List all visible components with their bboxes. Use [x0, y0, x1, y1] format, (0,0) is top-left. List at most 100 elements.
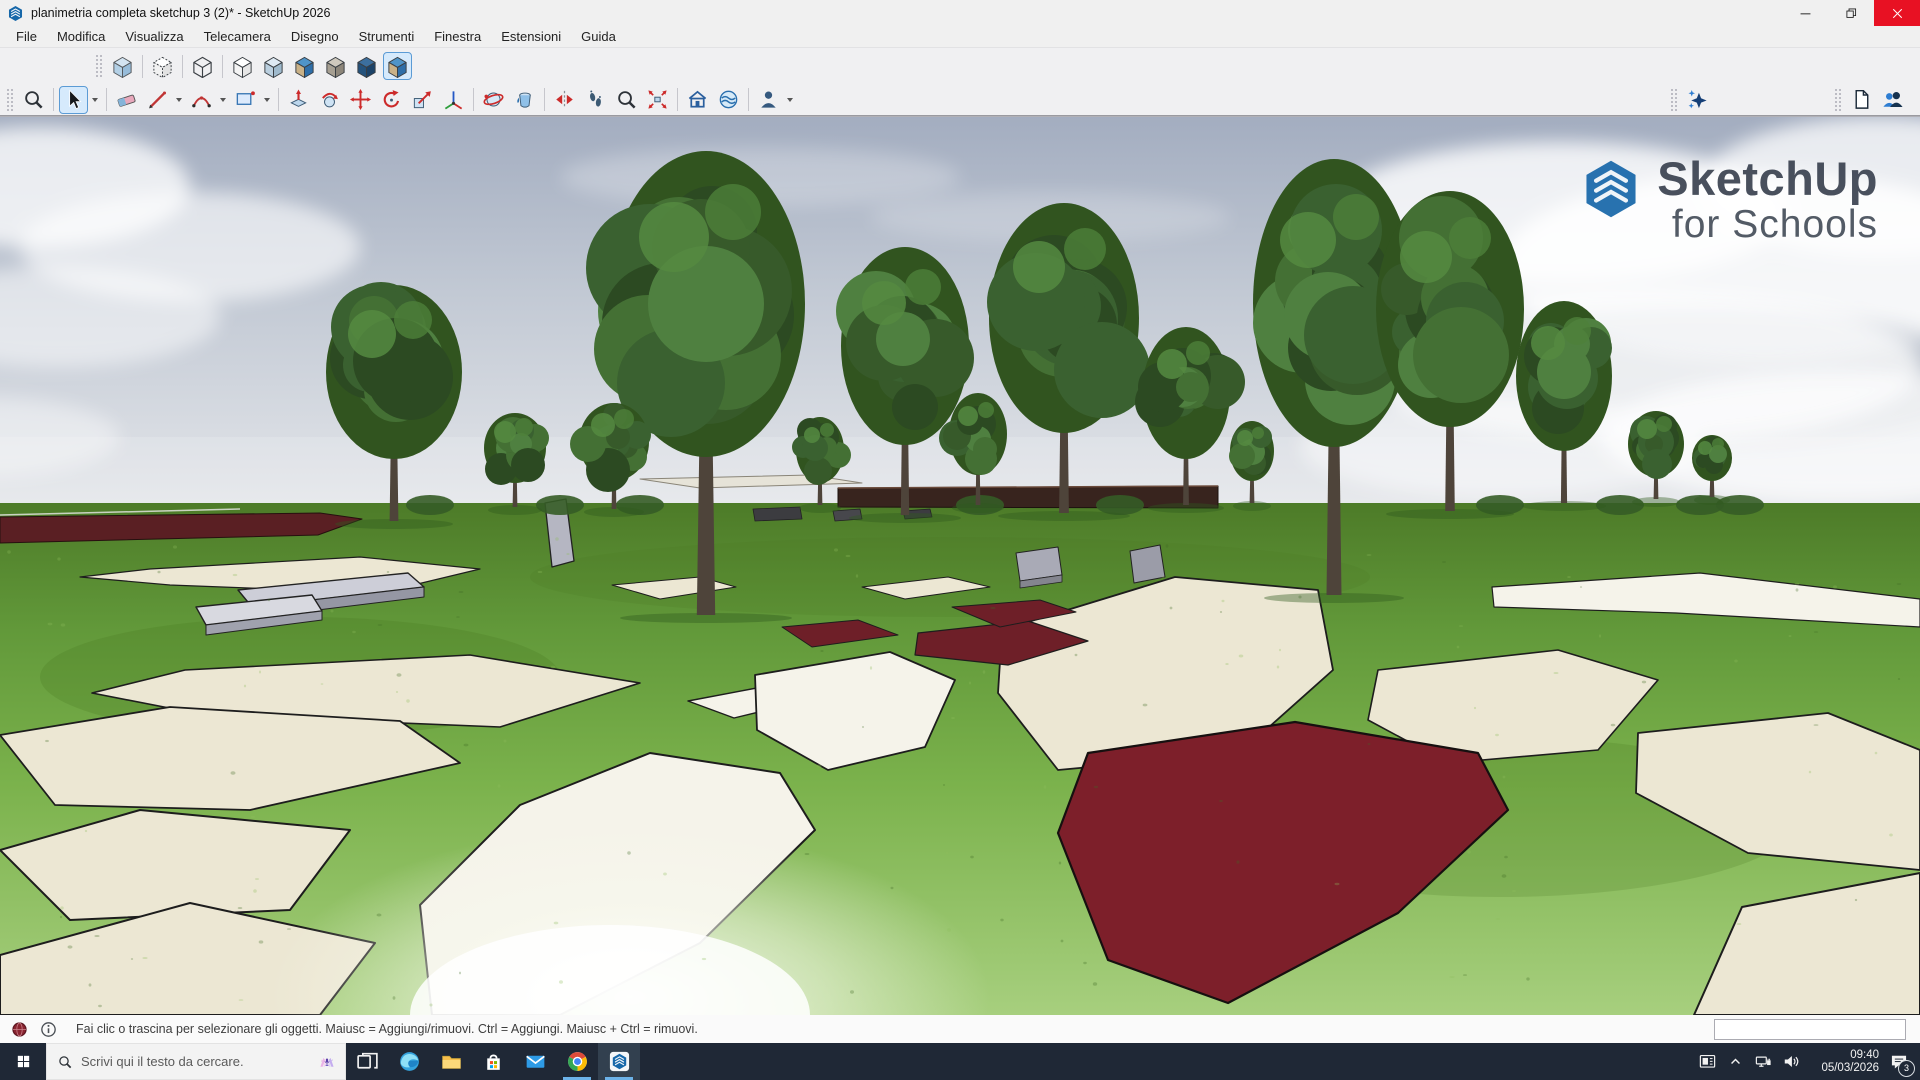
taskbar-search-box[interactable]: Scrivi qui il testo da cercare. ♪♪: [46, 1043, 346, 1080]
style-wireframe[interactable]: [188, 52, 217, 80]
clock-time: 09:40: [1809, 1049, 1879, 1062]
section-plane-tool[interactable]: [683, 86, 712, 114]
menu-item-telecamera[interactable]: Telecamera: [194, 27, 281, 46]
network-tray-icon[interactable]: [1749, 1043, 1777, 1080]
toolbar-separator: [748, 88, 749, 111]
toolbar-separator: [53, 88, 54, 111]
chrome-app-icon: [565, 1049, 590, 1074]
ai-sparkle-button[interactable]: [1683, 86, 1712, 114]
style-shaded-textures[interactable]: [290, 52, 319, 80]
select-tool[interactable]: [59, 86, 88, 114]
style-dark-textured[interactable]: [352, 52, 381, 80]
menu-item-modifica[interactable]: Modifica: [47, 27, 115, 46]
toolbar-drag-handle[interactable]: [6, 88, 15, 112]
flip-tool[interactable]: [550, 86, 579, 114]
walk-tool[interactable]: [581, 86, 610, 114]
info-icon[interactable]: [39, 1020, 58, 1039]
toolbar-separator: [278, 88, 279, 111]
notification-badge: 3: [1898, 1060, 1915, 1077]
search-highlight-mic-icon: ♪♪: [319, 1054, 335, 1070]
rectangle-tool[interactable]: [231, 86, 260, 114]
close-icon: [1889, 5, 1906, 22]
rectangle-tool-dropdown[interactable]: [261, 86, 273, 114]
menu-item-visualizza[interactable]: Visualizza: [115, 27, 193, 46]
style-monochrome[interactable]: [321, 52, 350, 80]
mail-app[interactable]: [514, 1043, 556, 1080]
arc-tool-dropdown[interactable]: [217, 86, 229, 114]
toolbar-drag-handle[interactable]: [1670, 88, 1679, 112]
style-wireframe-icon: [191, 55, 214, 78]
minimize-button[interactable]: [1782, 0, 1828, 26]
line-tool[interactable]: [143, 86, 172, 114]
paint-bucket-tool-icon: [513, 88, 536, 111]
select-tool-dropdown[interactable]: [89, 86, 101, 114]
style-shaded[interactable]: [259, 52, 288, 80]
action-center-button[interactable]: 3: [1883, 1043, 1915, 1080]
close-button[interactable]: [1874, 0, 1920, 26]
volume-tray-icon[interactable]: [1777, 1043, 1805, 1080]
volume-tray-icon-glyph: [1782, 1052, 1801, 1071]
taskbar-clock[interactable]: 09:40 05/03/2026: [1805, 1049, 1883, 1075]
style-shaded-icon: [262, 55, 285, 78]
sketchup-app[interactable]: [598, 1043, 640, 1080]
push-pull-tool[interactable]: [284, 86, 313, 114]
collaboration-button[interactable]: [1878, 86, 1907, 114]
maximize-button[interactable]: [1828, 0, 1874, 26]
zoom-extents-tool[interactable]: [643, 86, 672, 114]
menu-item-finestra[interactable]: Finestra: [424, 27, 491, 46]
new-model-button[interactable]: [1847, 86, 1876, 114]
arc-tool[interactable]: [187, 86, 216, 114]
chevron-down-icon: [264, 98, 270, 102]
layers-tool[interactable]: [714, 86, 743, 114]
measurements-input[interactable]: [1714, 1019, 1906, 1040]
microsoft-store-app[interactable]: [472, 1043, 514, 1080]
style-hidden-line[interactable]: [228, 52, 257, 80]
new-model-button-icon: [1850, 88, 1873, 111]
paint-bucket-tool[interactable]: [510, 86, 539, 114]
rotate-tool[interactable]: [377, 86, 406, 114]
toolbar-separator: [473, 88, 474, 111]
scale-tool[interactable]: [408, 86, 437, 114]
start-button[interactable]: [0, 1043, 46, 1080]
menu-item-file[interactable]: File: [6, 27, 47, 46]
edge-app[interactable]: [388, 1043, 430, 1080]
chrome-app[interactable]: [556, 1043, 598, 1080]
viewport-3d-canvas[interactable]: SketchUp for Schools: [0, 116, 1920, 1014]
toolbar-separator: [106, 88, 107, 111]
arc-tool-icon: [190, 88, 213, 111]
line-tool-dropdown[interactable]: [173, 86, 185, 114]
style-textured-selected[interactable]: [383, 52, 412, 80]
file-explorer-app[interactable]: [430, 1043, 472, 1080]
style-back-edges[interactable]: [148, 52, 177, 80]
toolbar-separator: [677, 88, 678, 111]
sketchup-app-icon: [607, 1049, 632, 1074]
menu-item-estensioni[interactable]: Estensioni: [491, 27, 571, 46]
menu-item-disegno[interactable]: Disegno: [281, 27, 349, 46]
zoom-tool[interactable]: [612, 86, 641, 114]
zoom-window-tool[interactable]: [19, 86, 48, 114]
style-xray[interactable]: [108, 52, 137, 80]
news-tray-icon[interactable]: [1693, 1043, 1721, 1080]
task-view-button-icon: [355, 1049, 380, 1074]
hidden-icons-chevron[interactable]: [1721, 1043, 1749, 1080]
move-tool[interactable]: [346, 86, 375, 114]
toolbar-drag-handle[interactable]: [95, 54, 104, 78]
chevron-down-icon: [787, 98, 793, 102]
add-person-tool-dropdown[interactable]: [784, 86, 796, 114]
microsoft-store-app-icon: [481, 1049, 506, 1074]
menu-item-strumenti[interactable]: Strumenti: [349, 27, 425, 46]
toolbar-separator: [182, 55, 183, 78]
orbit-tool[interactable]: [479, 86, 508, 114]
menu-item-guida[interactable]: Guida: [571, 27, 626, 46]
geolocation-status-icon[interactable]: [10, 1020, 29, 1039]
toolbar-separator: [544, 88, 545, 111]
search-icon: [57, 1054, 73, 1070]
toolbar-separator: [222, 55, 223, 78]
eraser-tool[interactable]: [112, 86, 141, 114]
axes-tool[interactable]: [439, 86, 468, 114]
task-view-button[interactable]: [346, 1043, 388, 1080]
toolbar-drag-handle[interactable]: [1834, 88, 1843, 112]
add-person-tool[interactable]: [754, 86, 783, 114]
follow-me-tool[interactable]: [315, 86, 344, 114]
zoom-tool-icon: [615, 88, 638, 111]
